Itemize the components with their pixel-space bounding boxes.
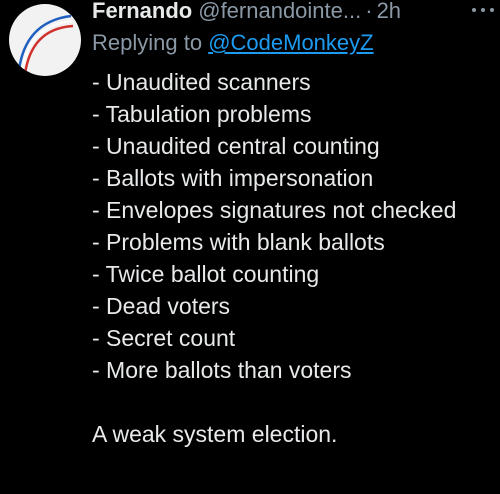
list-item: - Problems with blank ballots — [92, 229, 385, 255]
more-options-button[interactable] — [470, 0, 496, 20]
separator: · — [365, 0, 373, 23]
avatar-logo-icon — [17, 14, 74, 75]
tweet: Fernando @fernandointe... · 2h Replying … — [0, 0, 500, 494]
timestamp[interactable]: 2h — [377, 0, 401, 24]
list-item: - Envelopes signatures not checked — [92, 197, 457, 223]
list-item: - More ballots than voters — [92, 357, 352, 383]
reply-context: Replying to @CodeMonkeyZ — [92, 30, 374, 56]
list-item: - Secret count — [92, 325, 236, 351]
author-handle[interactable]: @fernandointe... — [198, 0, 361, 24]
list-item: - Ballots with impersonation — [92, 165, 374, 191]
list-item: - Dead voters — [92, 293, 231, 319]
more-horizontal-icon — [472, 8, 476, 12]
list-item: - Unaudited central counting — [92, 133, 380, 159]
more-horizontal-icon — [490, 8, 494, 12]
author-name[interactable]: Fernando — [92, 0, 192, 24]
list-item: - Tabulation problems — [92, 101, 312, 127]
tweet-header: Fernando @fernandointe... · 2h — [92, 0, 492, 26]
closing-text: A weak system election. — [92, 421, 338, 447]
reply-to-link[interactable]: @CodeMonkeyZ — [208, 30, 373, 55]
reply-prefix: Replying to — [92, 30, 209, 55]
list-item: - Twice ballot counting — [92, 261, 320, 287]
avatar[interactable] — [9, 4, 81, 76]
tweet-text: - Unaudited scanners - Tabulation proble… — [92, 66, 488, 450]
more-horizontal-icon — [481, 8, 485, 12]
list-item: - Unaudited scanners — [92, 69, 311, 95]
